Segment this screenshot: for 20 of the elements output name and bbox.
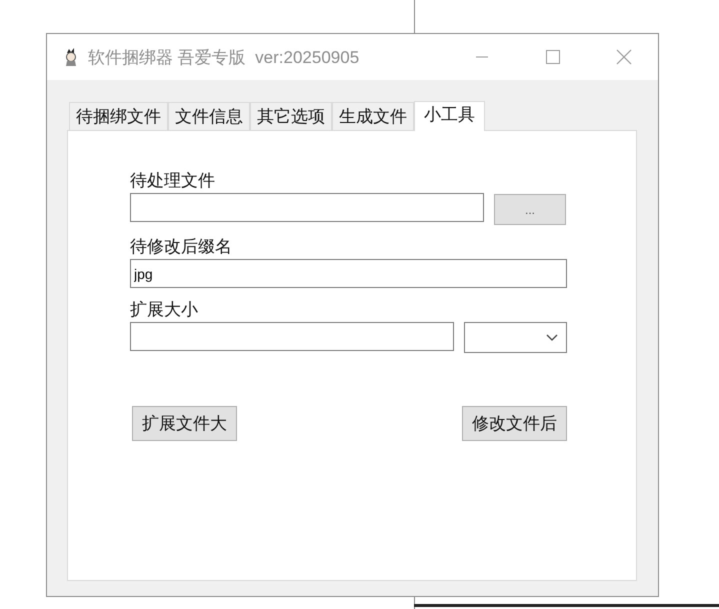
field-label: 待处理文件 — [130, 170, 216, 192]
field-label: 待修改后缀名 — [130, 236, 233, 258]
field-label: 扩展大小 — [130, 299, 199, 321]
action-button[interactable]: 扩展文件大 — [132, 406, 237, 441]
browse-button[interactable]: ... — [494, 194, 566, 225]
figure-icon — [63, 48, 79, 66]
file-path-field[interactable] — [130, 193, 484, 222]
close-icon[interactable] — [616, 49, 632, 65]
maximize-icon[interactable] — [545, 49, 561, 65]
action-button[interactable]: 修改文件后 — [462, 406, 567, 441]
tab[interactable]: 待捆绑文件 — [69, 102, 168, 130]
size-field[interactable] — [130, 322, 454, 351]
unit-dropdown[interactable] — [464, 322, 567, 353]
chevron-down-icon — [546, 334, 558, 342]
suffix-field[interactable]: jpg — [130, 259, 567, 288]
tab[interactable]: 生成文件 — [332, 102, 414, 130]
tab[interactable]: 其它选项 — [250, 102, 332, 130]
tab[interactable]: 文件信息 — [168, 102, 250, 130]
window-title: 软件捆绑器 吾爱专版 ver:20250905 — [88, 46, 360, 68]
tab[interactable]: 小工具 — [414, 101, 485, 131]
